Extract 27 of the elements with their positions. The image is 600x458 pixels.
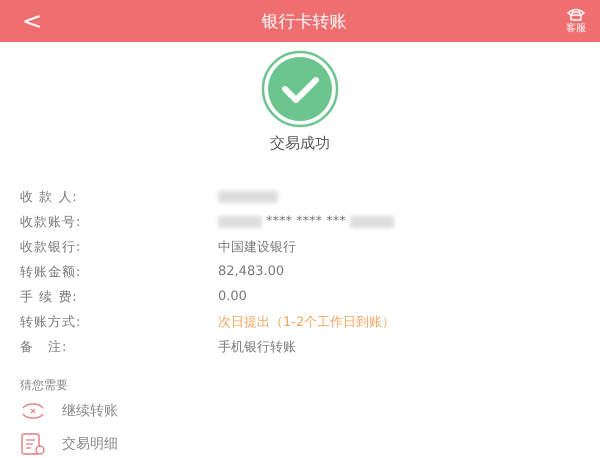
field-value: 中国建设银行 [218, 238, 296, 256]
redacted-value [218, 216, 262, 228]
success-check-icon [261, 50, 339, 128]
field-label: 收 款 人: [20, 188, 79, 206]
field-value: 次日提出（1-2个工作日到账） [218, 314, 396, 330]
field-label: 收款银行: [20, 238, 82, 256]
suggestion-item[interactable]: 交易明细 [20, 427, 118, 458]
field-label: 转账方式: [20, 314, 82, 330]
redacted-value [218, 190, 278, 202]
customer-service-button[interactable]: 客服 [566, 7, 586, 35]
redacted-value [350, 216, 394, 228]
account-number: **** **** *** [266, 214, 346, 229]
field-label: 收款账号: [20, 214, 82, 230]
field-label: 转账金额: [20, 264, 82, 280]
field-label: 手 续 费: [20, 288, 79, 306]
field-value: 82,483.00 [218, 264, 284, 279]
status-text: 交易成功 [270, 134, 330, 153]
page-title: 银行卡转账 [262, 10, 347, 32]
transfer-icon [20, 400, 46, 420]
suggestion-item[interactable]: 继续转账 [20, 394, 118, 427]
section-title: 猜您需要 [20, 377, 69, 394]
phone-icon [566, 7, 586, 21]
field-label: 备 注: [20, 338, 68, 356]
field-value: 0.00 [218, 289, 247, 304]
back-button[interactable]: < [22, 7, 42, 35]
receipt-icon [20, 432, 46, 454]
field-value: 手机银行转账 [218, 338, 296, 356]
